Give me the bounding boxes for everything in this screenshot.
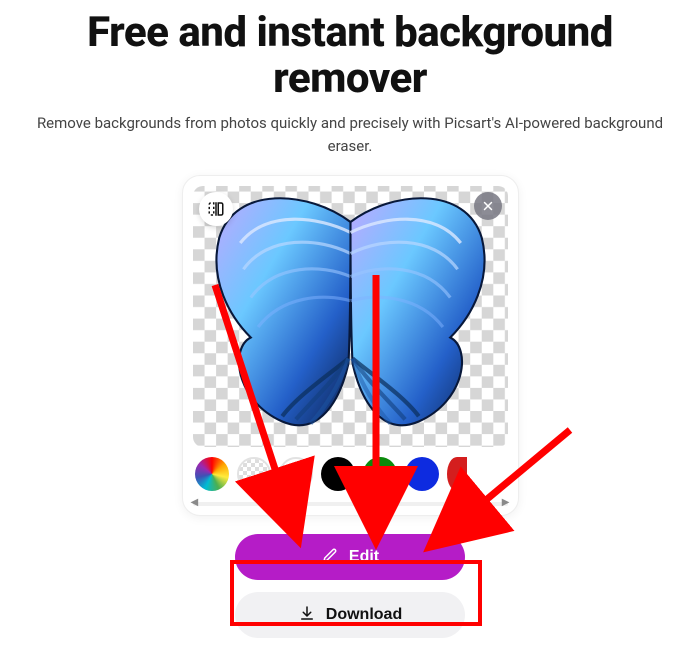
compare-icon xyxy=(207,200,225,218)
swatch-blue[interactable] xyxy=(405,457,439,491)
background-swatch-row xyxy=(193,447,508,497)
download-button-label: Download xyxy=(326,606,402,624)
swatch-white[interactable] xyxy=(279,457,313,491)
edit-button[interactable]: Edit xyxy=(235,534,465,580)
scroll-right-icon[interactable]: ▶ xyxy=(502,497,510,508)
page-root: Free and instant background remover Remo… xyxy=(0,0,700,647)
close-icon xyxy=(482,200,494,212)
action-buttons: Edit Download xyxy=(235,534,465,638)
page-subtitle: Remove backgrounds from photos quickly a… xyxy=(20,112,680,157)
download-icon xyxy=(298,604,316,627)
editor-card: ◀ ▶ xyxy=(182,175,519,516)
download-button[interactable]: Download xyxy=(235,592,465,638)
swatch-scrollbar[interactable]: ◀ ▶ xyxy=(193,499,508,509)
edit-button-label: Edit xyxy=(349,548,379,566)
swatch-green[interactable] xyxy=(363,457,397,491)
swatch-color-picker[interactable] xyxy=(195,457,229,491)
pencil-icon xyxy=(321,546,339,569)
image-preview xyxy=(193,186,508,447)
page-title: Free and instant background remover xyxy=(20,10,680,102)
swatch-black[interactable] xyxy=(321,457,355,491)
swatch-transparent[interactable] xyxy=(237,457,271,491)
scroll-left-icon[interactable]: ◀ xyxy=(191,497,199,508)
scrollbar-track xyxy=(193,502,508,506)
swatch-red[interactable] xyxy=(447,457,467,491)
close-button[interactable] xyxy=(474,192,502,220)
compare-button[interactable] xyxy=(199,192,233,226)
